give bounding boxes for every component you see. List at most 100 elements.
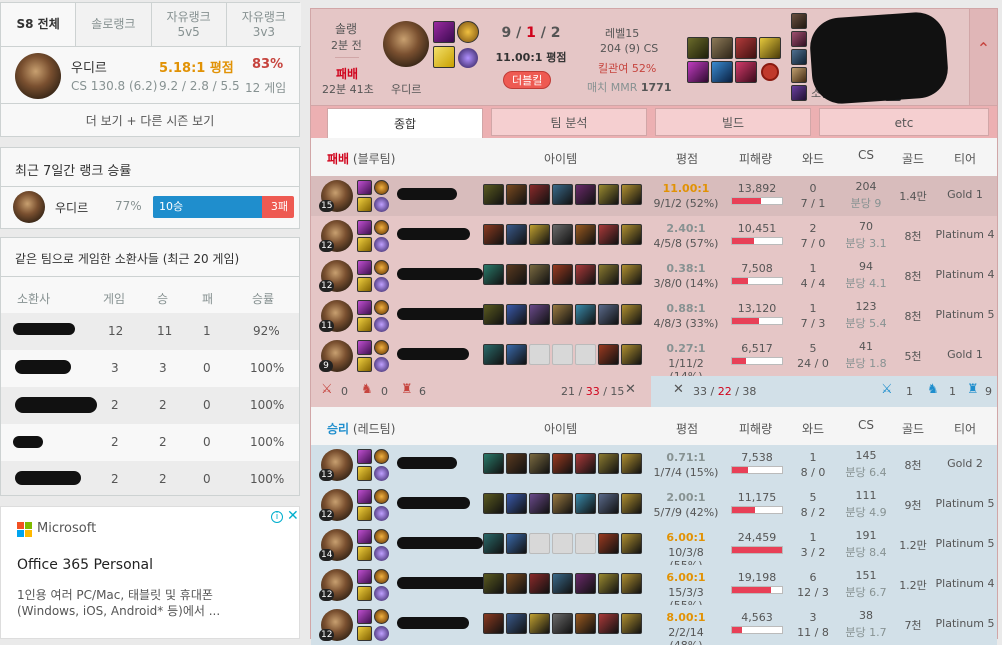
spell-1-icon[interactable] [433,21,455,43]
item-slot[interactable] [529,613,550,634]
trinket-icon[interactable] [621,573,642,594]
summoner-spell-icon[interactable] [357,466,372,481]
item-slot[interactable] [483,304,504,325]
item-slot[interactable] [598,264,619,285]
rune-icon[interactable] [374,529,389,544]
table-row[interactable]: 12 11 1 92% [1,313,299,350]
summoner-spell-icon[interactable] [357,586,372,601]
player-row[interactable]: 12 2.40:1 4/5/8 (57%) 10,451 2 7 / 0 70 분당 3.1 8… [311,216,997,256]
tab-build[interactable]: 빌드 [655,108,811,136]
item-slot[interactable] [598,573,619,594]
summoner-spell-icon[interactable] [357,180,372,195]
item-slot[interactable] [506,184,527,205]
game-summary-header[interactable]: 솔랭 2분 전 패배 22분 41초 우디르 9 / 1 / 2 11.00:1… [310,8,998,106]
item-slot[interactable] [598,224,619,245]
player-row[interactable]: 12 8.00:1 2/2/14 (48%) 4,563 3 11 / 8 38 분당 1.7… [311,605,997,645]
item-slot[interactable] [598,344,619,365]
rune-icon[interactable] [374,180,389,195]
rune-icon[interactable] [374,357,389,372]
trinket-icon[interactable] [621,613,642,634]
trinket-icon[interactable] [621,264,642,285]
tab-flex-3v3[interactable]: 자유랭크 3v3 [226,3,301,46]
player-row[interactable]: 126.00:115/3/3 (55%)19,198612 / 3151분당 6… [311,565,997,612]
item-slot[interactable] [711,37,733,59]
player-row[interactable]: 146.00:110/3/8 (55%)24,45913 / 2191분당 8.… [311,525,997,572]
tab-s8-all[interactable]: S8 전체 [1,3,77,46]
item-slot[interactable] [529,493,550,514]
item-slot[interactable] [552,533,573,554]
item-slot[interactable] [483,344,504,365]
item-slot[interactable] [529,184,550,205]
item-slot[interactable] [575,493,596,514]
ad-info-icon[interactable]: i [271,511,283,523]
recent-champion-portrait[interactable] [13,191,45,223]
item-slot[interactable] [529,533,550,554]
item-slot[interactable] [575,344,596,365]
item-slot[interactable] [575,184,596,205]
trinket-icon[interactable] [621,533,642,554]
summoner-spell-icon[interactable] [357,260,372,275]
tab-flex-5v5[interactable]: 자유랭크 5v5 [151,3,227,46]
item-slot[interactable] [529,264,550,285]
item-slot[interactable] [552,613,573,634]
trinket-icon[interactable] [621,493,642,514]
tab-etc[interactable]: etc [819,108,989,136]
item-slot[interactable] [598,493,619,514]
item-slot[interactable] [575,613,596,634]
tab-team-analysis[interactable]: 팀 분석 [491,108,647,136]
rune-icon[interactable] [374,449,389,464]
trinket-icon[interactable] [621,453,642,474]
item-slot[interactable] [598,613,619,634]
item-slot[interactable] [506,613,527,634]
item-slot[interactable] [575,264,596,285]
expand-chevron-icon[interactable]: ⌃ [969,9,997,105]
summoner-spell-icon[interactable] [357,300,372,315]
ad-close-icon[interactable]: ✕ [287,508,299,524]
team-champion-icon[interactable] [791,85,807,101]
item-slot[interactable] [552,493,573,514]
rune-icon[interactable] [374,340,389,355]
rune-icon[interactable] [374,489,389,504]
summoner-spell-icon[interactable] [357,609,372,624]
item-slot[interactable] [575,304,596,325]
champion-name[interactable]: 우디르 [71,57,107,76]
item-slot[interactable] [483,573,504,594]
rune-icon[interactable] [374,317,389,332]
item-slot[interactable] [687,61,709,83]
game-champion-portrait[interactable] [383,21,429,67]
item-slot[interactable] [483,533,504,554]
rune-icon[interactable] [374,260,389,275]
rune-icon[interactable] [374,569,389,584]
item-slot[interactable] [506,264,527,285]
item-slot[interactable] [529,573,550,594]
trinket-icon[interactable] [621,184,642,205]
rune-icon[interactable] [374,300,389,315]
item-slot[interactable] [735,37,757,59]
player-row[interactable]: 11 0.88:1 4/8/3 (33%) 13,120 1 7 / 3 123 분당 5.4… [311,296,997,336]
summoner-spell-icon[interactable] [357,357,372,372]
rune-icon[interactable] [374,546,389,561]
ad-title[interactable]: Office 365 Personal [17,557,153,573]
item-slot[interactable] [506,453,527,474]
rune-icon[interactable] [374,220,389,235]
more-seasons-link[interactable]: 더 보기 + 다른 시즌 보기 [1,103,299,137]
rune-secondary-icon[interactable] [458,48,478,68]
item-slot[interactable] [483,264,504,285]
summoner-spell-icon[interactable] [357,569,372,584]
rune-icon[interactable] [374,466,389,481]
item-slot[interactable] [552,304,573,325]
item-slot[interactable] [483,493,504,514]
summoner-spell-icon[interactable] [357,237,372,252]
spell-2-icon[interactable] [433,46,455,68]
summoner-spell-icon[interactable] [357,529,372,544]
player-row[interactable]: 90.27:11/11/2 (14%)6,517524 / 041분당 1.85… [311,336,997,383]
item-slot[interactable] [711,61,733,83]
rune-icon[interactable] [374,506,389,521]
item-slot[interactable] [552,184,573,205]
trinket-icon[interactable] [621,304,642,325]
item-slot[interactable] [552,573,573,594]
item-slot[interactable] [529,224,550,245]
item-slot[interactable] [506,533,527,554]
summoner-spell-icon[interactable] [357,220,372,235]
item-slot[interactable] [598,304,619,325]
